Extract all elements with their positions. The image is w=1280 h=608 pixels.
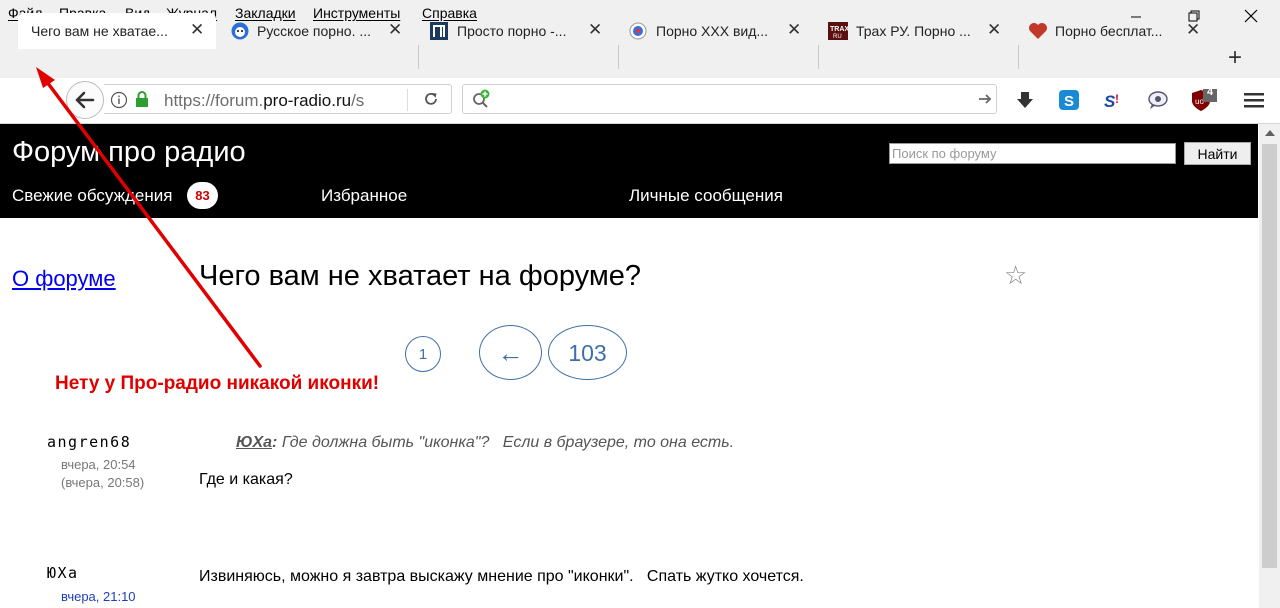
close-tab-icon[interactable]: ✕ (1186, 20, 1200, 40)
web-search-input[interactable] (462, 84, 997, 114)
heart-icon (1028, 22, 1048, 40)
tab-2[interactable]: Русское порно. ... ✕ (228, 13, 418, 49)
download-icon[interactable] (1014, 89, 1036, 111)
close-tab-icon[interactable]: ✕ (787, 20, 801, 40)
tab-title: Чего вам не хватае... (31, 23, 168, 39)
post-author[interactable]: ЮХа (47, 564, 79, 582)
url-bar[interactable]: https://forum.pro-radio.ru/s (104, 84, 452, 114)
post-author[interactable]: angren68 (47, 433, 131, 451)
circle-icon (629, 22, 647, 40)
trah-icon: TRAX RU (828, 22, 849, 40)
post-quote: ЮХа: Где должна быть "иконка"? Если в бр… (236, 434, 735, 451)
tab-title: Просто порно -... (457, 23, 567, 39)
close-tab-icon[interactable]: ✕ (190, 20, 204, 40)
go-arrow-icon[interactable] (977, 91, 993, 112)
chat-bubble-icon[interactable] (1147, 89, 1169, 111)
favorite-star-icon[interactable]: ☆ (1004, 260, 1027, 291)
url-text: https://forum.pro-radio.ru/s (164, 91, 365, 110)
tab-separator (418, 45, 419, 69)
back-button[interactable] (66, 81, 104, 119)
bear-icon (231, 22, 249, 40)
new-tab-icon[interactable]: + (1228, 44, 1242, 72)
post-body: Где и какая? (199, 471, 293, 488)
tab-5[interactable]: TRAX RU Трах РУ. Порно ... ✕ (828, 13, 1018, 49)
post-body: Извиняюсь, можно я завтра выскажу мнение… (199, 568, 804, 585)
post-edit-time: (вчера, 20:58) (61, 475, 145, 490)
tab-6[interactable]: Порно бесплат... ✕ (1028, 13, 1218, 49)
tab-separator (1018, 45, 1019, 69)
tab-title: Трах РУ. Порно ... (856, 23, 971, 39)
tab-title: Порно XXX вид... (656, 23, 769, 39)
close-tab-icon[interactable]: ✕ (388, 20, 402, 40)
close-tab-icon[interactable]: ✕ (588, 20, 602, 40)
nav-favorites[interactable]: Избранное (321, 186, 407, 206)
tab-separator (818, 45, 819, 69)
nav-bar: https://forum.pro-radio.ru/s S S! uo 4 (0, 78, 1280, 124)
page-scrollbar[interactable] (1259, 124, 1280, 608)
pager-prev-page[interactable]: ← (479, 325, 542, 380)
forum-search-input[interactable] (889, 143, 1176, 164)
reload-icon[interactable] (422, 90, 440, 113)
close-window-icon[interactable] (1243, 8, 1259, 24)
annotation-text: Нету у Про-радио никакой иконки! (55, 373, 380, 394)
about-forum-link[interactable]: О форуме (12, 266, 116, 292)
quote-author[interactable]: ЮХа (236, 434, 272, 451)
pi-icon (430, 22, 448, 40)
thread-title: Чего вам не хватает на форуме? (199, 260, 642, 292)
nav-private-messages[interactable]: Личные сообщения (629, 186, 783, 206)
hamburger-menu-icon[interactable] (1243, 89, 1265, 111)
tab-title: Русское порно. ... (257, 23, 372, 39)
nav-fresh-discussions[interactable]: Свежие обсуждения (12, 186, 172, 206)
search-add-icon (471, 89, 493, 114)
tab-3[interactable]: Просто порно -... ✕ (428, 13, 618, 49)
close-tab-icon[interactable]: ✕ (987, 20, 1001, 40)
site-header: Форум про радио Найти Свежие обсуждения … (0, 124, 1258, 218)
back-arrow-icon (75, 91, 95, 109)
scroll-up-icon[interactable] (1265, 130, 1275, 136)
ublock-icon[interactable]: uo 4 (1191, 86, 1221, 111)
svg-text:!: ! (1115, 92, 1119, 106)
site-title[interactable]: Форум про радио (12, 136, 246, 169)
skype-icon[interactable]: S (1058, 89, 1080, 111)
pager-first-page[interactable]: 1 (405, 336, 441, 372)
tab-4[interactable]: Порно XXX вид... ✕ (628, 13, 818, 49)
tab-title: Порно бесплат... (1055, 23, 1163, 39)
svg-text:S: S (1064, 93, 1074, 110)
lock-icon (134, 90, 150, 113)
ublock-count: 4 (1207, 86, 1214, 98)
fresh-count-badge: 83 (187, 182, 218, 209)
seo-icon[interactable]: S! (1103, 89, 1125, 111)
pager-last-page[interactable]: 103 (548, 325, 627, 380)
post-time[interactable]: вчера, 20:54 (61, 457, 136, 472)
tab-separator (618, 45, 619, 69)
scroll-thumb[interactable] (1262, 144, 1277, 568)
tab-active[interactable]: Чего вам не хватае... ✕ (18, 13, 216, 49)
svg-text:TRAX: TRAX (830, 26, 848, 33)
svg-text:RU: RU (833, 34, 842, 40)
info-icon[interactable] (110, 91, 128, 114)
post-time[interactable]: вчера, 21:10 (61, 589, 136, 604)
forum-search-button[interactable]: Найти (1184, 142, 1251, 165)
quote-text: Где должна быть "иконка"? Если в браузер… (281, 434, 735, 451)
